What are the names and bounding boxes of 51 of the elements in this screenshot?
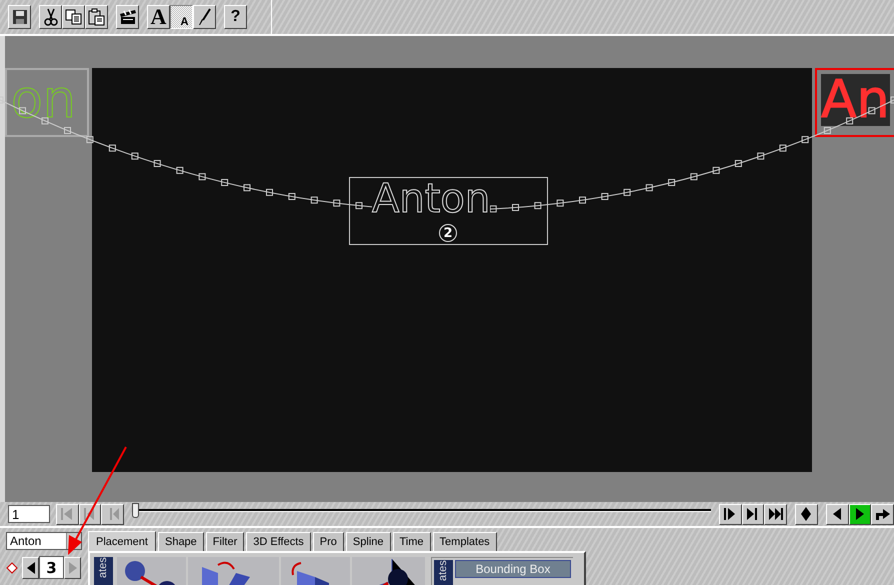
keyframe-diamond-icon[interactable] xyxy=(6,562,18,574)
timeline-thumb[interactable] xyxy=(132,503,140,518)
side-label: ates xyxy=(94,557,113,585)
left-triangle-icon xyxy=(26,560,36,574)
next-key-button[interactable] xyxy=(742,504,764,524)
reverse-button[interactable] xyxy=(826,504,849,524)
preset-thumbnail-icon[interactable] xyxy=(188,557,279,585)
brush-button[interactable] xyxy=(193,5,216,29)
text-tool-button[interactable]: A xyxy=(147,5,170,29)
keyframe-number-field[interactable]: 3 xyxy=(39,556,64,579)
copy-button[interactable] xyxy=(62,5,85,29)
clapperboard-icon xyxy=(118,9,136,25)
object-dropdown-value: Anton xyxy=(9,533,42,549)
copy-icon xyxy=(64,9,82,25)
tab[interactable]: Spline xyxy=(346,532,390,551)
save-icon xyxy=(12,9,28,25)
loop-button[interactable] xyxy=(871,504,894,524)
prev-keyframe-button[interactable] xyxy=(22,556,39,578)
object-dropdown[interactable]: Anton xyxy=(6,532,82,550)
preset-thumbnail-icon[interactable] xyxy=(281,557,350,585)
tab[interactable]: Placement xyxy=(88,531,156,551)
clipboard-icon xyxy=(88,8,106,26)
tab[interactable]: Shape xyxy=(158,532,204,551)
tab[interactable]: Time xyxy=(392,532,431,551)
help-button[interactable]: ? xyxy=(224,5,247,29)
cut-button[interactable] xyxy=(39,5,62,29)
preset-thumbnail-icon[interactable] xyxy=(117,557,186,585)
bounding-box-header: Bounding Box xyxy=(455,560,571,578)
tab[interactable]: Pro xyxy=(312,532,344,551)
end-keyframe-text: An xyxy=(821,74,890,126)
scissors-icon xyxy=(44,8,58,26)
side-label: ates xyxy=(434,560,453,585)
brush-icon xyxy=(196,8,212,26)
right-triangle-icon xyxy=(68,560,78,574)
play-button[interactable] xyxy=(848,504,872,524)
keyframe-marker[interactable]: 2 xyxy=(439,224,457,242)
tab[interactable]: 3D Effects xyxy=(246,532,311,551)
loop-icon xyxy=(874,506,891,522)
paste-button[interactable] xyxy=(85,5,108,29)
last-button[interactable] xyxy=(764,504,788,524)
preset-thumbnail-icon[interactable] xyxy=(352,557,425,585)
save-button[interactable] xyxy=(8,5,31,29)
start-keyframe-text: on xyxy=(11,74,76,126)
step-button[interactable] xyxy=(718,504,742,524)
tab[interactable]: Templates xyxy=(432,532,497,551)
text-path-tool-button[interactable]: A xyxy=(170,5,193,29)
frame-number-field[interactable]: 1 xyxy=(8,505,50,523)
tab[interactable]: Filter xyxy=(206,532,244,551)
keyframe-button[interactable] xyxy=(795,504,818,524)
clapper-button[interactable] xyxy=(116,5,139,29)
last-icon xyxy=(768,506,784,522)
